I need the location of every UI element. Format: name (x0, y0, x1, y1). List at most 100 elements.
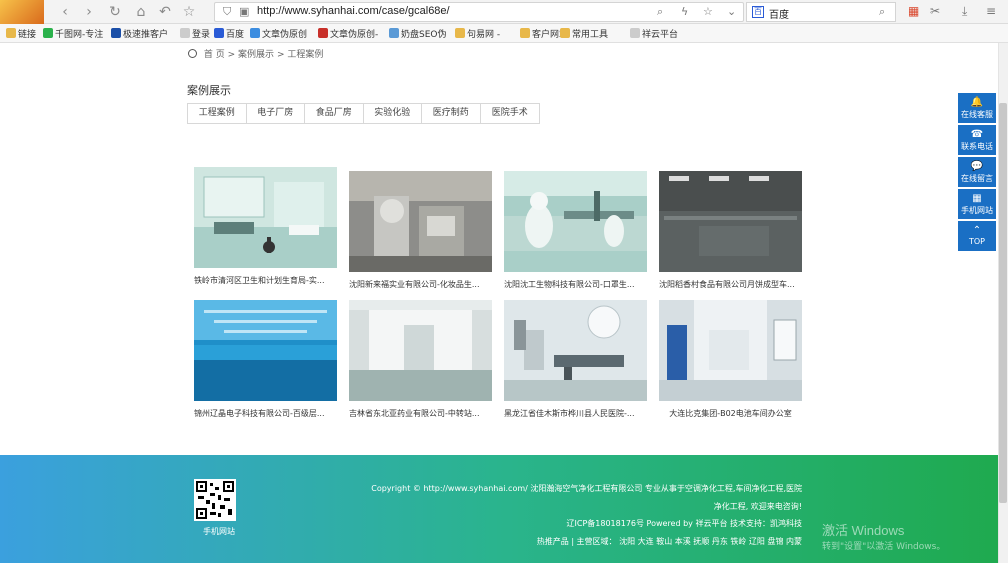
case-caption[interactable]: 黑龙江省佳木斯市桦川县人民医院-... (504, 408, 647, 419)
case-caption[interactable]: 铁岭市清河区卫生和计划生育局-实... (194, 275, 337, 286)
bookmark-item[interactable]: 极速推客户 (111, 27, 168, 40)
menu-icon[interactable]: ≡ (986, 4, 996, 18)
activation-watermark-title: 激活 Windows (822, 523, 905, 538)
breadcrumb-cases[interactable]: 案例展示 (238, 50, 274, 60)
star-icon[interactable]: ☆ (703, 5, 713, 18)
side-item-1[interactable]: ☎ 联系电话 (958, 125, 996, 157)
flash-icon[interactable]: ϟ (681, 5, 688, 18)
case-card[interactable]: 沈阳稻香村食品有限公司月饼成型车... (659, 171, 802, 290)
case-thumbnail[interactable] (504, 171, 647, 272)
bookmark-item[interactable]: 登录 (180, 27, 210, 40)
phone-icon: ☎ (970, 129, 984, 140)
tab-2[interactable]: 食品厂房 (305, 104, 364, 123)
side-item-0[interactable]: 🔔 在线客服 (958, 93, 996, 125)
section-title: 案例展示 (187, 84, 231, 97)
search-icon[interactable]: ⌕ (657, 5, 663, 19)
bookmark-item[interactable]: 常用工具 (560, 27, 608, 40)
case-card[interactable]: 沈阳沈工生物科技有限公司-口罩生... (504, 171, 647, 290)
footer: 手机网站 Copyright © http://www.syhanhai.com… (0, 455, 998, 563)
case-thumbnail[interactable] (504, 300, 647, 401)
browser-logo-icon (0, 0, 44, 24)
bookmark-item[interactable]: 祥云平台 (630, 27, 678, 40)
case-card[interactable]: 铁岭市清河区卫生和计划生育局-实... (194, 167, 337, 286)
case-card[interactable]: 锦州辽晶电子科技有限公司-百级层... (194, 300, 337, 419)
side-item-3[interactable]: ▦ 手机网站 (958, 189, 996, 221)
case-card[interactable]: 吉林省东北亚药业有限公司-中转站... (349, 300, 492, 419)
back-icon[interactable]: ‹ (56, 3, 74, 21)
breadcrumb-separator: > (276, 50, 285, 60)
search-icon[interactable]: ⌕ (879, 5, 885, 19)
side-item-2[interactable]: 💬 在线留言 (958, 157, 996, 189)
footer-regions[interactable]: 热推产品 | 主营区域： 沈阳 大连 鞍山 本溪 抚顺 丹东 铁岭 辽阳 盘锦 … (537, 536, 802, 547)
case-caption[interactable]: 沈阳新来福实业有限公司-化妆品生... (349, 279, 492, 290)
case-caption[interactable]: 锦州辽晶电子科技有限公司-百级层... (194, 408, 337, 419)
case-caption[interactable]: 沈阳沈工生物科技有限公司-口罩生... (504, 279, 647, 290)
case-caption[interactable]: 大连比克集团-B02电池车间办公室 (659, 408, 802, 419)
footer-copyright: Copyright © http://www.syhanhai.com/ 沈阳瀚… (371, 484, 802, 493)
breadcrumb: 首 页 > 案例展示 > 工程案例 (188, 47, 323, 60)
forward-icon[interactable]: › (80, 3, 98, 21)
case-card[interactable]: 大连比克集团-B02电池车间办公室 (659, 300, 802, 419)
side-item-label: 手机网站 (961, 206, 993, 215)
bookmark-icon (520, 28, 530, 38)
apps-icon[interactable]: ▦ (908, 4, 919, 18)
bookmark-label: 奶盘SEO伪 (401, 30, 447, 40)
category-tabs: 工程案例 电子厂房 食品厂房 实验化验 医疗制药 医院手术 (187, 103, 540, 124)
bookmark-icon (389, 28, 399, 38)
bookmark-item[interactable]: 链接 (6, 27, 36, 40)
qr-icon: ▦ (972, 193, 982, 204)
undo-icon[interactable]: ↶ (156, 3, 174, 21)
case-thumbnail[interactable] (659, 300, 802, 401)
bookmark-item[interactable]: 文章伪原创- (318, 27, 378, 40)
download-icon[interactable]: ⤓ (962, 4, 967, 19)
dropdown-icon[interactable]: ⌄ (727, 5, 736, 18)
case-caption[interactable]: 沈阳稻香村食品有限公司月饼成型车... (659, 279, 802, 290)
breadcrumb-home[interactable]: 首 页 (204, 50, 225, 60)
breadcrumb-current[interactable]: 工程案例 (287, 50, 323, 60)
bookmark-item[interactable]: 百度 (214, 27, 244, 40)
bookmark-item[interactable]: 奶盘SEO伪 (389, 27, 446, 40)
url-text[interactable]: http://www.syhanhai.com/case/gcal68e/ (257, 5, 450, 17)
footer-icp[interactable]: 辽ICP备18018176号 Powered by 祥云平台 技术支持：凯鸿科技 (567, 518, 802, 529)
bookmark-item[interactable]: 千图网-专注 (43, 27, 103, 40)
tab-3[interactable]: 实验化验 (364, 104, 422, 123)
tab-5[interactable]: 医院手术 (481, 104, 540, 123)
side-item-4[interactable]: ⌃ TOP (958, 221, 996, 253)
refresh-icon[interactable]: ↻ (106, 3, 124, 21)
case-thumbnail[interactable] (349, 171, 492, 272)
case-thumbnail[interactable] (194, 300, 337, 401)
footer-consult: 净化工程, 欢迎来电咨询! (713, 502, 802, 511)
case-thumbnail[interactable] (349, 300, 492, 401)
address-bar[interactable]: ⛉ ▣ http://www.syhanhai.com/case/gcal68e… (214, 2, 744, 22)
bookmark-icon (214, 28, 224, 38)
browser-toolbar: ‹ › ↻ ⌂ ↶ ☆ ⛉ ▣ http://www.syhanhai.com/… (0, 0, 1008, 24)
home-icon[interactable]: ⌂ (132, 3, 150, 21)
bookmark-item[interactable]: 文章伪原创 (250, 27, 307, 40)
qr-label: 手机网站 (203, 527, 235, 536)
tab-4[interactable]: 医疗制药 (422, 104, 481, 123)
baidu-icon: 百 (752, 6, 764, 18)
search-engine-box[interactable]: 百 百度 ⌕ (746, 2, 896, 22)
case-card[interactable]: 黑龙江省佳木斯市桦川县人民医院-... (504, 300, 647, 419)
side-float-panel: 🔔 在线客服 ☎ 联系电话 💬 在线留言 ▦ 手机网站 ⌃ TOP (958, 93, 996, 253)
bookmark-icon (180, 28, 190, 38)
bookmark-item[interactable]: 句易网 - (455, 27, 500, 40)
tab-0[interactable]: 工程案例 (188, 104, 247, 123)
case-caption[interactable]: 吉林省东北亚药业有限公司-中转站... (349, 408, 492, 419)
bookmark-label: 句易网 - (467, 30, 501, 40)
bookmark-label: 极速推客户 (123, 30, 169, 40)
scissors-icon[interactable]: ✂ (930, 4, 940, 18)
bookmark-icon (250, 28, 260, 38)
tab-1[interactable]: 电子厂房 (247, 104, 305, 123)
bookmark-label: 登录 (192, 30, 211, 40)
favorite-star-icon[interactable]: ☆ (180, 3, 198, 21)
chat-icon: 💬 (970, 161, 984, 172)
bookmark-icon (43, 28, 53, 38)
scroll-thumb[interactable] (999, 103, 1007, 503)
side-item-label: TOP (968, 237, 985, 246)
scrollbar[interactable] (998, 43, 1008, 563)
case-thumbnail[interactable] (194, 167, 337, 268)
bookmark-label: 祥云平台 (642, 30, 679, 40)
case-card[interactable]: 沈阳新来福实业有限公司-化妆品生... (349, 171, 492, 290)
case-thumbnail[interactable] (659, 171, 802, 272)
